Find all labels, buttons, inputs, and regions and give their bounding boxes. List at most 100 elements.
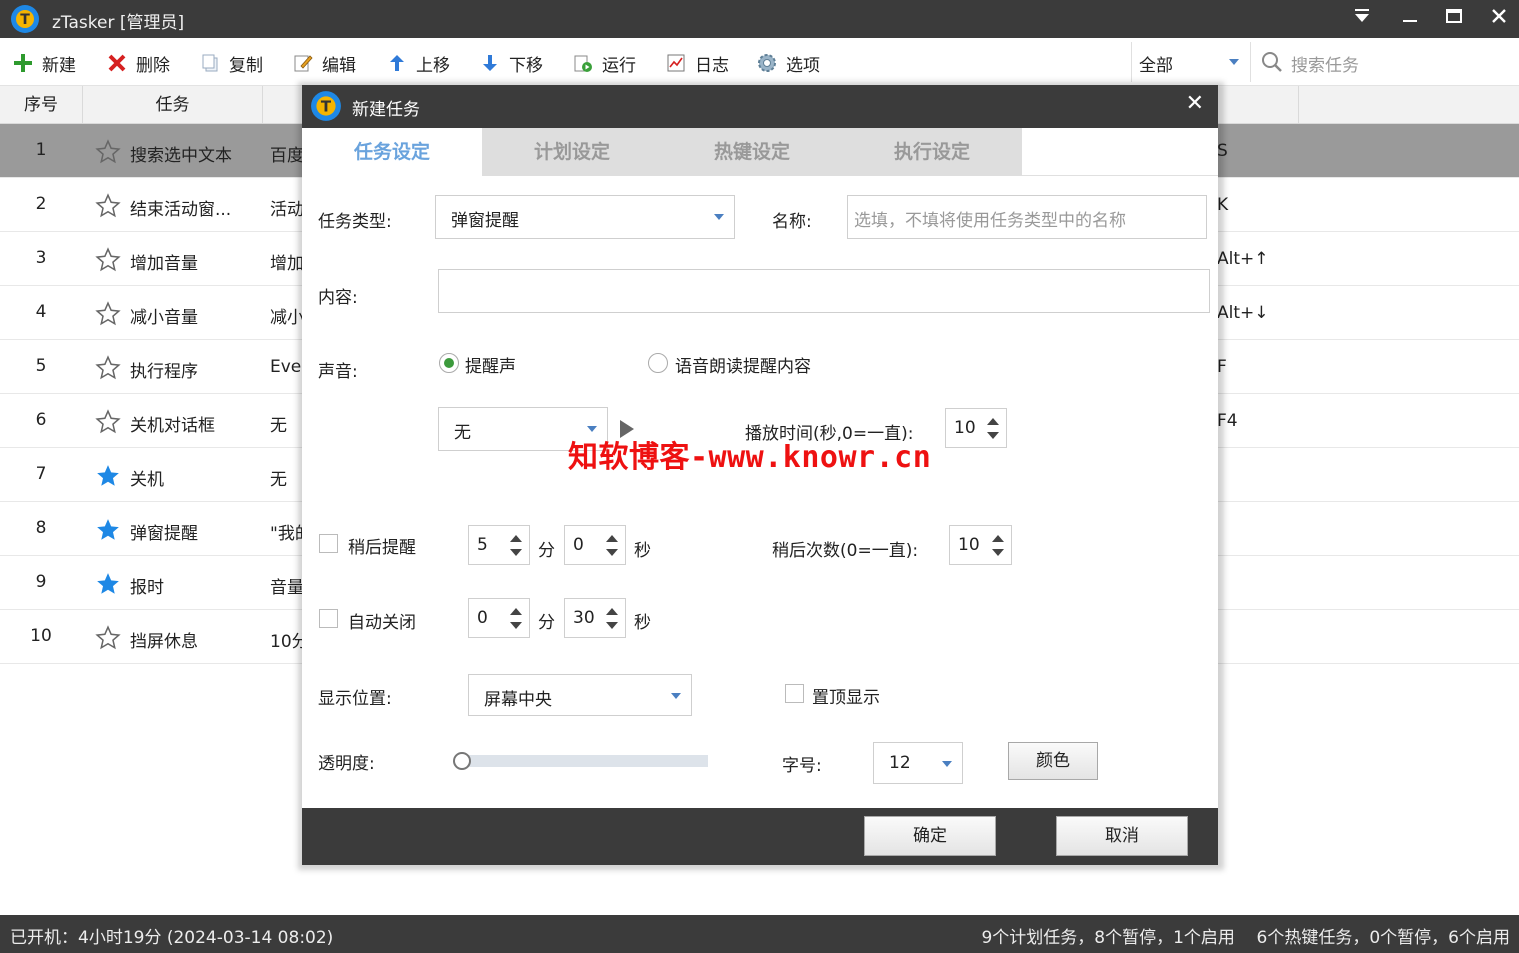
opacity-slider-thumb[interactable]	[453, 752, 471, 770]
topmost-checkbox[interactable]	[785, 684, 804, 703]
autoclose-seconds-stepper[interactable]: 30	[564, 598, 626, 638]
column-header-extra[interactable]	[1299, 86, 1519, 124]
log-chart-icon	[665, 52, 687, 74]
spin-down-icon[interactable]	[987, 432, 999, 439]
status-bar: 已开机：4小时19分 (2024-03-14 08:02) 9个计划任务，8个暂…	[0, 915, 1519, 953]
move-down-button[interactable]: 下移	[479, 50, 543, 76]
snooze-seconds-stepper[interactable]: 0	[564, 525, 626, 565]
spin-down-icon[interactable]	[510, 622, 522, 629]
task-name: 报时	[130, 578, 164, 598]
spin-up-icon[interactable]	[510, 608, 522, 615]
task-name: 挡屏休息	[130, 632, 198, 652]
task-hotkey: Alt+↑	[1217, 249, 1269, 269]
tts-radio[interactable]	[648, 353, 668, 373]
copy-button[interactable]: 复制	[199, 50, 263, 76]
edit-button[interactable]: 编辑	[292, 50, 356, 76]
star-filled-icon[interactable]	[95, 463, 121, 489]
options-button[interactable]: 选项	[756, 50, 820, 76]
search-input[interactable]: 搜索任务	[1250, 42, 1516, 82]
star-filled-icon[interactable]	[95, 517, 121, 543]
row-number: 2	[35, 194, 47, 214]
task-summary-text: 9个计划任务，8个暂停，1个启用 6个热键任务，0个暂停，6个启用	[981, 928, 1510, 948]
autoclose-minutes-stepper[interactable]: 0	[468, 598, 530, 638]
spin-up-icon[interactable]	[992, 535, 1004, 542]
spin-up-icon[interactable]	[510, 535, 522, 542]
star-outline-icon[interactable]	[95, 139, 121, 165]
tab-schedule-settings[interactable]: 计划设定	[482, 128, 662, 176]
minimize-icon[interactable]	[1394, 4, 1426, 34]
move-up-button[interactable]: 上移	[386, 50, 450, 76]
spin-up-icon[interactable]	[606, 535, 618, 542]
app-logo-icon: T	[11, 5, 39, 33]
row-number: 9	[35, 572, 47, 592]
run-icon	[572, 52, 594, 74]
tab-hotkey-settings[interactable]: 热键设定	[662, 128, 842, 176]
snooze-minutes-stepper[interactable]: 5	[468, 525, 530, 565]
name-input[interactable]: 选填，不填将使用任务类型中的名称	[847, 195, 1207, 239]
star-outline-icon[interactable]	[95, 301, 121, 327]
star-filled-icon[interactable]	[95, 571, 121, 597]
row-number: 8	[35, 518, 47, 538]
log-button[interactable]: 日志	[665, 50, 729, 76]
close-icon[interactable]	[1483, 4, 1515, 34]
dialog-footer: 确定 取消	[302, 808, 1218, 865]
uptime-text: 已开机：4小时19分 (2024-03-14 08:02)	[10, 928, 334, 948]
chevron-down-icon	[714, 214, 724, 220]
new-button[interactable]: 新建	[12, 50, 76, 76]
spin-up-icon[interactable]	[987, 418, 999, 425]
color-button[interactable]: 颜色	[1008, 742, 1098, 780]
row-number: 5	[35, 356, 47, 376]
dialog-close-icon[interactable]: ✕	[1186, 91, 1204, 116]
search-placeholder: 搜索任务	[1291, 56, 1359, 76]
column-header-task[interactable]: 任务	[83, 86, 263, 124]
delete-button[interactable]: 删除	[106, 50, 170, 76]
maximize-icon[interactable]	[1438, 4, 1470, 34]
edit-icon	[292, 52, 314, 74]
filter-select[interactable]: 全部	[1131, 42, 1247, 82]
tab-task-settings[interactable]: 任务设定	[302, 128, 482, 176]
autoclose-checkbox[interactable]	[319, 609, 338, 628]
alert-sound-radio[interactable]	[439, 353, 459, 373]
task-type-select[interactable]: 弹窗提醒	[435, 195, 735, 239]
star-outline-icon[interactable]	[95, 355, 121, 381]
font-size-select[interactable]: 12	[873, 742, 963, 784]
spin-down-icon[interactable]	[606, 549, 618, 556]
row-number: 6	[35, 410, 47, 430]
ok-button[interactable]: 确定	[864, 816, 996, 856]
row-number: 1	[35, 140, 47, 160]
copy-icon	[199, 52, 221, 74]
arrow-down-icon	[479, 52, 501, 74]
cancel-button[interactable]: 取消	[1056, 816, 1188, 856]
play-time-stepper[interactable]: 10	[945, 408, 1007, 448]
snooze-checkbox[interactable]	[319, 534, 338, 553]
position-select[interactable]: 屏幕中央	[468, 674, 692, 716]
gear-icon	[756, 52, 778, 74]
alert-sound-label[interactable]: 提醒声	[465, 352, 516, 377]
delete-x-icon	[106, 52, 128, 74]
column-header-hotkey[interactable]	[1217, 86, 1299, 124]
tts-label[interactable]: 语音朗读提醒内容	[675, 352, 811, 377]
content-label: 内容:	[318, 288, 358, 308]
star-outline-icon[interactable]	[95, 409, 121, 435]
star-outline-icon[interactable]	[95, 625, 121, 651]
snooze-count-stepper[interactable]: 10	[949, 525, 1012, 565]
tab-execution-settings[interactable]: 执行设定	[842, 128, 1022, 176]
spin-down-icon[interactable]	[992, 549, 1004, 556]
menu-dropdown-icon[interactable]	[1346, 4, 1378, 34]
row-number: 10	[30, 626, 52, 646]
watermark: 知软博客-www.knowr.cn	[568, 440, 932, 475]
position-label: 显示位置:	[318, 689, 392, 709]
dialog-tabs: 任务设定 计划设定 热键设定 执行设定	[302, 128, 1218, 176]
star-outline-icon[interactable]	[95, 247, 121, 273]
column-header-number[interactable]: 序号	[0, 86, 83, 124]
task-name: 增加音量	[130, 254, 198, 274]
content-input[interactable]	[438, 269, 1210, 313]
spin-up-icon[interactable]	[606, 608, 618, 615]
star-outline-icon[interactable]	[95, 193, 121, 219]
spin-down-icon[interactable]	[510, 549, 522, 556]
filter-value: 全部	[1139, 56, 1173, 76]
spin-down-icon[interactable]	[606, 622, 618, 629]
opacity-slider-track[interactable]	[462, 755, 708, 767]
run-button[interactable]: 运行	[572, 50, 636, 76]
plus-icon	[12, 52, 34, 74]
